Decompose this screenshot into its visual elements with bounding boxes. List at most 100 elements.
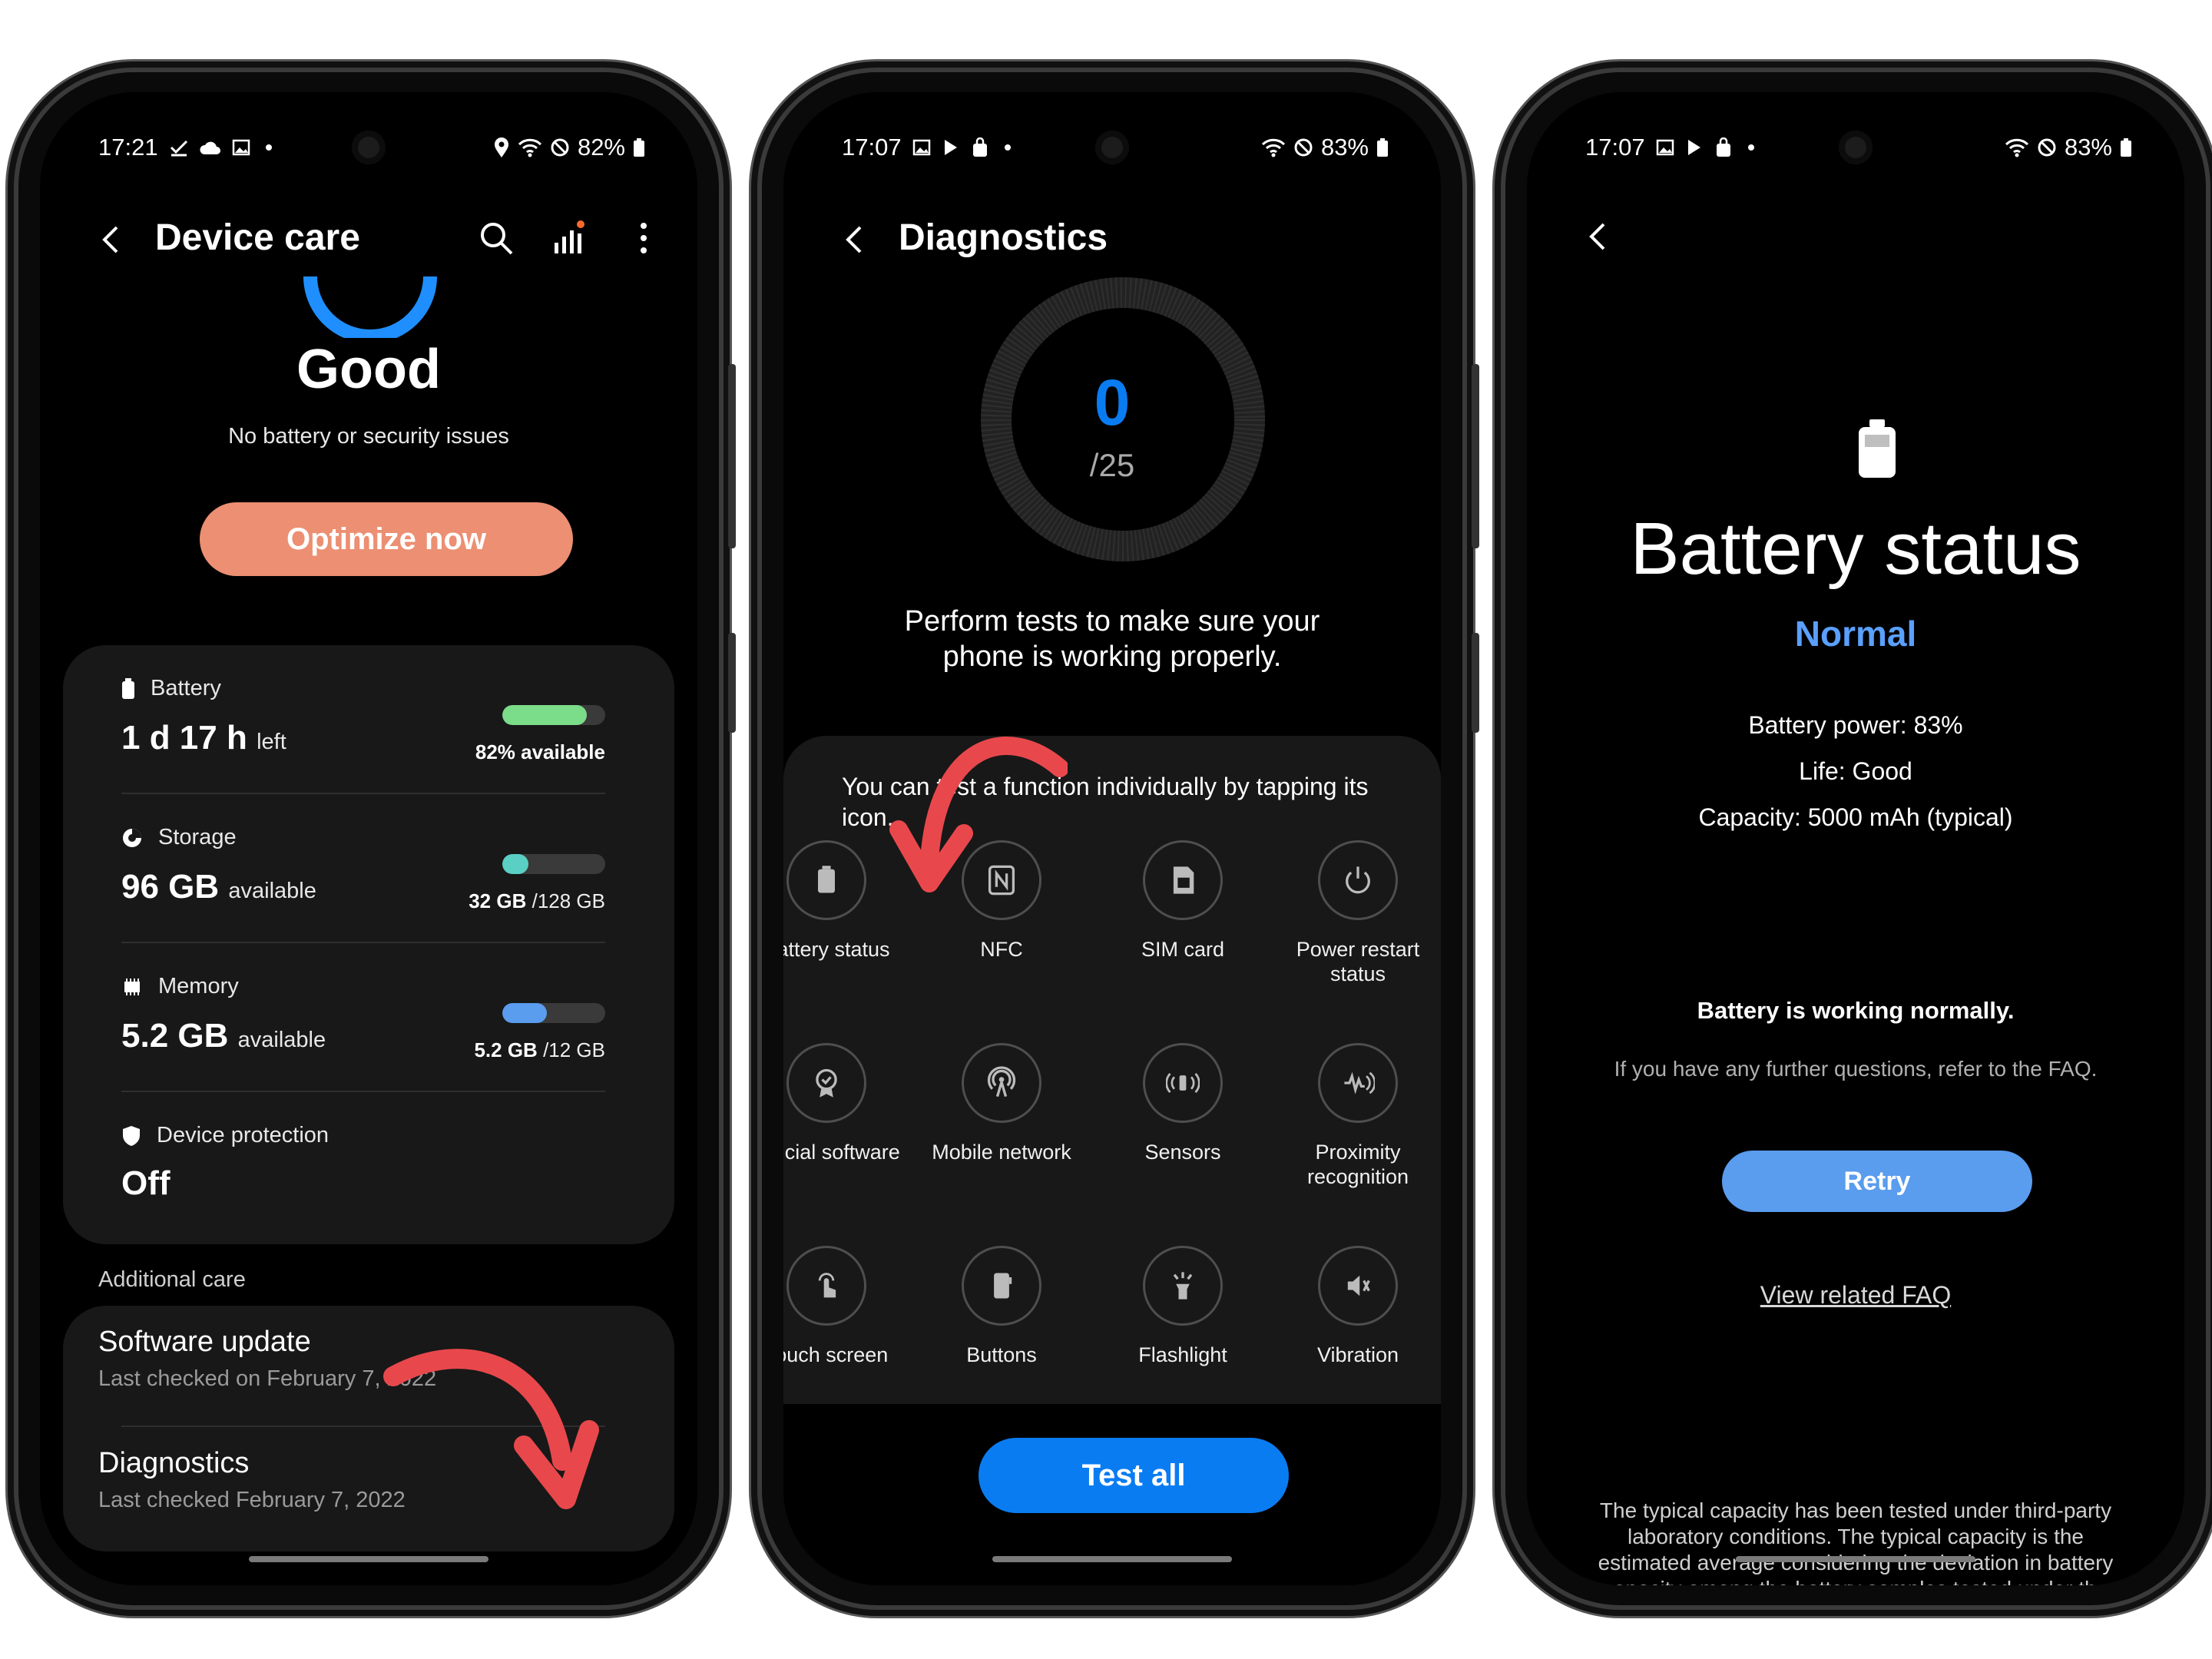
battery-state: Normal	[1794, 614, 1917, 654]
do-not-disturb-icon	[2038, 138, 2056, 157]
image-icon	[1656, 139, 1674, 156]
test-icon-button[interactable]	[1318, 1246, 1398, 1326]
official-software-icon	[816, 1068, 837, 1098]
storage-row-label: Storage	[121, 825, 237, 850]
home-indicator[interactable]	[992, 1556, 1232, 1562]
wifi-icon	[2005, 138, 2029, 157]
shield-icon	[123, 1125, 140, 1146]
memory-label: Memory	[158, 974, 239, 998]
test-icon-button[interactable]	[962, 1246, 1041, 1326]
dot-icon	[1747, 144, 1754, 151]
test-item-power-restart[interactable]: Power restart status	[1278, 840, 1438, 986]
red-arrow-annotation	[889, 737, 1068, 892]
phone-battery-status: 17:07 83% Battery status Normal Battery …	[1505, 72, 2206, 1605]
page-title: Diagnostics	[899, 217, 1108, 258]
search-icon[interactable]	[478, 220, 515, 257]
battery-time-left: 1 d 17 h	[121, 719, 247, 757]
storage-level-bar	[502, 854, 605, 874]
play-store-icon	[1687, 140, 1700, 155]
signal-stats-icon[interactable]	[550, 218, 588, 257]
battery-percent: 82%	[577, 134, 625, 161]
test-icon-button[interactable]	[1143, 840, 1223, 920]
clock: 17:21	[98, 134, 158, 161]
wifi-icon	[1261, 138, 1286, 157]
test-item-vibration[interactable]: Vibration	[1278, 1246, 1438, 1367]
test-label: Battery status	[783, 938, 890, 961]
test-label: Mobile network	[932, 1141, 1071, 1164]
memory-used: 5.2 GB /12 GB	[474, 1038, 605, 1062]
clock: 17:07	[842, 134, 902, 161]
test-item-official-software[interactable]: Official software	[783, 1043, 906, 1164]
test-item-buttons[interactable]: Buttons	[922, 1246, 1081, 1367]
test-icon-button[interactable]	[786, 1246, 866, 1326]
test-item-touch-screen[interactable]: Touch screen	[783, 1246, 906, 1367]
test-icon-button[interactable]	[1318, 1043, 1398, 1123]
status-ring-arc	[303, 276, 437, 338]
back-arrow-icon[interactable]	[95, 223, 129, 257]
sensors-icon	[1166, 1072, 1200, 1094]
care-status-subtitle: No battery or security issues	[228, 424, 509, 449]
test-label: Power restart status	[1296, 938, 1420, 985]
test-label: Proximity recognition	[1306, 1141, 1409, 1188]
storage-suffix: available	[228, 879, 316, 903]
more-options-icon[interactable]	[636, 220, 651, 257]
test-item-sim-card[interactable]: SIM card	[1103, 840, 1263, 962]
test-item-flashlight[interactable]: Flashlight	[1103, 1246, 1263, 1367]
mobile-network-icon	[987, 1066, 1016, 1098]
battery-suffix: left	[257, 730, 286, 754]
test-label: Touch screen	[783, 1343, 889, 1366]
status-bar: 17:07 83%	[783, 126, 1441, 169]
memory-value[interactable]: 5.2 GB available	[121, 1017, 326, 1055]
view-faq-link[interactable]: View related FAQ	[1527, 1281, 2184, 1310]
protection-value[interactable]: Off	[121, 1164, 171, 1203]
battery-icon	[1859, 419, 1896, 478]
test-icon-button[interactable]	[1143, 1246, 1223, 1326]
battery-value[interactable]: 1 d 17 h left	[121, 719, 286, 757]
back-arrow-icon[interactable]	[1582, 220, 1616, 253]
proximity-icon	[1344, 1071, 1375, 1094]
test-icon-button[interactable]	[962, 1043, 1041, 1123]
test-item-proximity[interactable]: Proximity recognition	[1278, 1043, 1438, 1189]
divider	[121, 1091, 605, 1092]
retry-button[interactable]: Retry	[1722, 1151, 2032, 1212]
storage-value[interactable]: 96 GB available	[121, 868, 316, 906]
capacity-footnote: The typical capacity has been tested und…	[1598, 1498, 2114, 1585]
faq-hint: If you have any further questions, refer…	[1614, 1057, 2098, 1081]
side-button	[1472, 364, 1479, 548]
test-label: NFC	[980, 938, 1023, 961]
do-not-disturb-icon	[551, 138, 569, 157]
test-item-sensors[interactable]: Sensors	[1103, 1043, 1263, 1164]
side-button	[1472, 633, 1479, 733]
storage-used: 32 GB /128 GB	[469, 889, 605, 913]
back-arrow-icon[interactable]	[839, 223, 873, 257]
memory-used-value: 5.2 GB	[474, 1038, 538, 1061]
test-icon-button[interactable]	[786, 840, 866, 920]
memory-row-label: Memory	[121, 974, 239, 999]
phone-device-care: 17:21 82% Device care Good No battery or…	[18, 72, 736, 1605]
storage-available: 96 GB	[121, 868, 220, 906]
storage-used-value: 32 GB	[469, 889, 527, 912]
page-title: Battery status	[1630, 508, 2081, 590]
optimize-now-button[interactable]: Optimize now	[200, 502, 573, 576]
test-all-button[interactable]: Test all	[979, 1438, 1289, 1513]
memory-level-bar	[502, 1003, 605, 1023]
app-header: Diagnostics	[783, 209, 1441, 270]
battery-level-fill	[502, 705, 587, 725]
power-restart-icon	[1346, 866, 1370, 894]
home-indicator[interactable]	[1736, 1556, 1975, 1562]
protection-row-label: Device protection	[121, 1123, 329, 1148]
home-indicator[interactable]	[249, 1556, 488, 1562]
test-label: Buttons	[966, 1343, 1037, 1366]
battery-available: 82% available	[475, 740, 605, 763]
test-icon-button[interactable]	[786, 1043, 866, 1123]
cloud-icon	[200, 141, 220, 154]
side-button	[728, 364, 736, 548]
memory-chip-icon	[124, 978, 140, 995]
test-icon-button[interactable]	[1318, 840, 1398, 920]
care-status: Good	[296, 339, 441, 400]
test-icon-button[interactable]	[1143, 1043, 1223, 1123]
battery-icon	[122, 677, 134, 699]
image-icon	[232, 139, 250, 156]
test-item-mobile-network[interactable]: Mobile network	[922, 1043, 1081, 1164]
result-message: Battery is working normally.	[1697, 997, 2015, 1024]
